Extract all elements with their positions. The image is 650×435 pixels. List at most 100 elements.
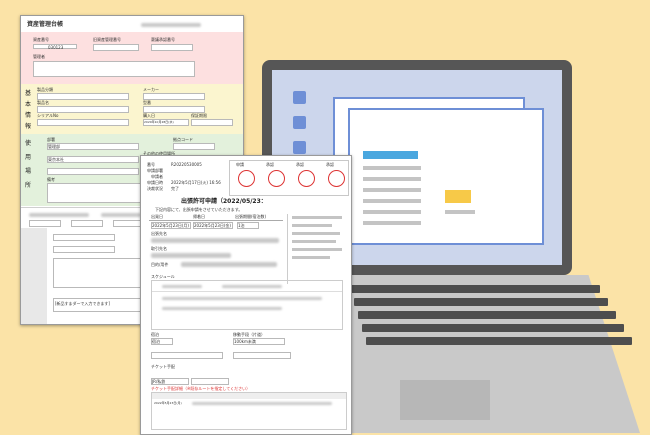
ledger-field[interactable] xyxy=(53,234,115,241)
label-status: 決裁状況 xyxy=(147,186,163,191)
label-notes: チケット手配詳細（※既存ルートを指定してください） xyxy=(151,386,251,391)
section-usage-info-1: 使 xyxy=(25,140,32,147)
stamp-header: 承認 xyxy=(296,162,304,167)
dept-field[interactable]: 管理部 xyxy=(47,143,139,150)
label-transport: 移動手段（片道） xyxy=(233,332,265,337)
date-value: 2022年5月17日(火) 16:56 xyxy=(171,180,221,185)
transport-field[interactable]: 100km未満 xyxy=(233,338,285,345)
place-field[interactable]: 東京本社 xyxy=(47,156,139,163)
label-product-name: 製品名 xyxy=(37,100,49,105)
label-support: 保証期限 xyxy=(191,113,207,118)
section-usage-info-3: 場 xyxy=(25,168,32,175)
former-no-field[interactable] xyxy=(93,44,139,51)
label-dept: 部署 xyxy=(47,137,55,142)
support-field[interactable] xyxy=(191,119,233,126)
trip-date-field[interactable]: 2022年5月23日(月) xyxy=(151,222,191,229)
label-period-days: 出張期間(宿泊数) xyxy=(235,214,267,219)
label-manager: 管理者 xyxy=(33,54,45,59)
period-days-field[interactable]: 1泊 xyxy=(237,222,259,229)
label-purchase-date: 購入日 xyxy=(143,113,155,118)
approval-seal-icon xyxy=(298,170,315,187)
application-subtitle: 下記内容にて、出張申請をさせていただきます。 xyxy=(155,207,243,212)
ledger-row xyxy=(101,213,141,217)
stamp-header: 申請 xyxy=(236,162,244,167)
label-product-category: 製品分類 xyxy=(37,87,53,92)
window-text-line xyxy=(363,210,421,214)
section-basic-info-4: 報 xyxy=(25,123,32,130)
ticket-field[interactable]: JR/私鉄 xyxy=(151,378,189,385)
manager-field[interactable] xyxy=(33,61,195,77)
label-location-code: 拠点コード xyxy=(173,137,193,142)
location-code-field[interactable] xyxy=(173,143,215,150)
return-date-field[interactable]: 2022年5月23日(金) xyxy=(193,222,233,229)
approval-seal-icon xyxy=(238,170,255,187)
label-remarks: 備考 xyxy=(47,177,55,182)
approval-seal-icon xyxy=(328,170,345,187)
purchase-no-field[interactable] xyxy=(151,44,193,51)
product-category-field[interactable] xyxy=(37,93,129,100)
label-asset-no: 資産番号 xyxy=(33,37,49,42)
travel-application-document: 番号 R20220530005 申請部署 申請者 申請日時 2022年5月17日… xyxy=(140,155,352,435)
input-field[interactable] xyxy=(151,352,223,359)
input-field[interactable] xyxy=(233,352,291,359)
trackpad xyxy=(400,380,490,420)
asset-no-field[interactable]: 030123 xyxy=(33,44,77,50)
status-value: 完了 xyxy=(171,186,179,191)
section-usage-info-2: 用 xyxy=(25,154,32,161)
trip-info-header: 出発日 帰着日 出張期間(宿泊数) xyxy=(149,214,283,221)
label-client: 取引先名 xyxy=(151,246,167,251)
label-applicant: 申請者 xyxy=(151,174,163,179)
label-former-no: 旧資産管理番号 xyxy=(93,37,121,42)
section-usage-info-4: 所 xyxy=(25,182,32,189)
ticket-row-date: 2022年5月23日(月) xyxy=(154,401,182,405)
approval-seal-icon xyxy=(268,170,285,187)
ticket-field-2[interactable] xyxy=(191,378,229,385)
app-icon xyxy=(293,116,306,129)
purpose-value xyxy=(181,262,277,267)
stamp-header: 承認 xyxy=(326,162,334,167)
label-purpose: 目的/用件 xyxy=(151,262,169,267)
label-model: 型番 xyxy=(143,100,151,105)
side-panel xyxy=(287,214,348,284)
other-user-field-2[interactable] xyxy=(47,168,139,175)
maker-field[interactable] xyxy=(143,93,205,100)
section-basic-info-3: 情 xyxy=(25,112,32,119)
applicant-no-value: R20220530005 xyxy=(171,162,202,167)
ticket-table: 2022年5月23日(月) xyxy=(151,392,347,430)
ledger-footer-note: [新品すまダーで入力できます] xyxy=(55,301,110,306)
label-department: 申請部署 xyxy=(147,168,163,173)
window-text-line xyxy=(445,210,475,214)
serial-no-field[interactable] xyxy=(37,119,129,126)
section-basic-info-2: 本 xyxy=(25,101,32,108)
label-destination: 出張先名 xyxy=(151,231,167,236)
model-field[interactable] xyxy=(143,106,205,113)
window-text-line xyxy=(363,166,421,170)
ledger-field[interactable] xyxy=(53,258,145,288)
ledger-header-meta xyxy=(141,23,201,27)
window-text-line xyxy=(363,199,421,203)
approval-stamp-box: 申請 承認 承認 承認 xyxy=(229,160,349,196)
label-trip-date: 出発日 xyxy=(151,214,163,219)
label-purchase-no: 稟議承認番号 xyxy=(151,37,175,42)
ledger-field[interactable] xyxy=(29,220,61,227)
ledger-field[interactable] xyxy=(71,220,103,227)
window-text-line xyxy=(363,188,421,192)
section-basic-info-1: 基 xyxy=(25,90,32,97)
label-schedule: スケジュール xyxy=(151,274,175,279)
label-maker: メーカー xyxy=(143,87,159,92)
budget-field[interactable]: 宿泊 xyxy=(151,338,173,345)
label-serial-no: シリアルNo xyxy=(37,113,59,118)
label-ticket: チケット手配 xyxy=(151,364,175,369)
label-budget: 宿泊 xyxy=(151,332,159,337)
ledger-row xyxy=(29,213,89,217)
ledger-title: 資産管理台帳 xyxy=(27,21,64,28)
label-return-date: 帰着日 xyxy=(193,214,205,219)
product-name-field[interactable] xyxy=(37,106,129,113)
app-icon xyxy=(293,91,306,104)
window-accent-block xyxy=(445,190,471,203)
ledger-field[interactable] xyxy=(53,246,115,253)
label-date: 申請日時 xyxy=(147,180,163,185)
window-accent-bar xyxy=(363,151,418,159)
app-icon xyxy=(293,141,306,154)
purchase-date-field[interactable]: 2020年10月28日(水) xyxy=(143,119,189,126)
